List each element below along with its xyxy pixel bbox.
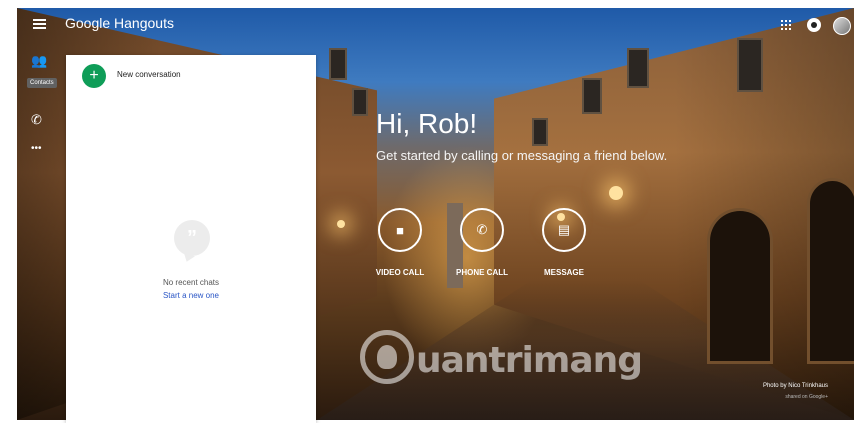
watermark-logo-icon	[360, 330, 414, 384]
message-button[interactable]: ▤ MESSAGE	[534, 208, 594, 277]
building-window	[329, 48, 347, 80]
street-lamp	[609, 186, 623, 200]
watermark-text: uantrimang	[416, 340, 643, 381]
video-camera-icon[interactable]: ■	[378, 208, 422, 252]
start-new-chat-link[interactable]: Start a new one	[66, 291, 316, 300]
new-conversation-button[interactable]: +	[82, 64, 106, 88]
building-window	[532, 118, 548, 146]
phone-call-label: PHONE CALL	[456, 268, 508, 277]
phone-call-button[interactable]: ✆ PHONE CALL	[452, 208, 512, 277]
avatar[interactable]	[833, 17, 851, 35]
video-call-label: VIDEO CALL	[375, 268, 425, 277]
greeting-subtitle: Get started by calling or messaging a fr…	[376, 148, 668, 163]
app-title: Google Hangouts	[65, 15, 174, 31]
building-window	[582, 78, 602, 114]
apps-grid-icon[interactable]	[781, 20, 791, 30]
conversations-panel: + New conversation ” No recent chats Sta…	[66, 55, 316, 423]
message-label: MESSAGE	[543, 268, 584, 277]
message-icon[interactable]: ▤	[542, 208, 586, 252]
top-bar: Google Hangouts	[17, 8, 854, 40]
contacts-icon[interactable]: 👥	[31, 54, 47, 68]
photo-credit[interactable]: Photo by Nico Trinkhaus	[763, 383, 828, 389]
contacts-tooltip: Contacts	[27, 78, 57, 88]
plus-icon: +	[89, 67, 99, 84]
hamburger-menu-icon[interactable]	[33, 19, 46, 29]
greeting-heading: Hi, Rob!	[376, 108, 478, 139]
notifications-icon[interactable]	[807, 18, 821, 32]
street-lamp	[337, 220, 345, 228]
building-window	[737, 38, 763, 92]
building-arch	[807, 178, 854, 364]
building-window	[627, 48, 649, 88]
empty-state-text: No recent chats	[162, 278, 220, 287]
chat-bubble-icon: ”	[174, 220, 210, 256]
photo-shared-note: shared on Google+	[785, 394, 828, 400]
video-call-button[interactable]: ■ VIDEO CALL	[370, 208, 430, 277]
phone-icon[interactable]: ✆	[460, 208, 504, 252]
building-arch	[707, 208, 773, 364]
new-conversation-label[interactable]: New conversation	[117, 70, 181, 79]
building-window	[352, 88, 368, 116]
phone-icon[interactable]: ✆	[31, 113, 42, 127]
more-icon[interactable]: •••	[31, 142, 42, 156]
